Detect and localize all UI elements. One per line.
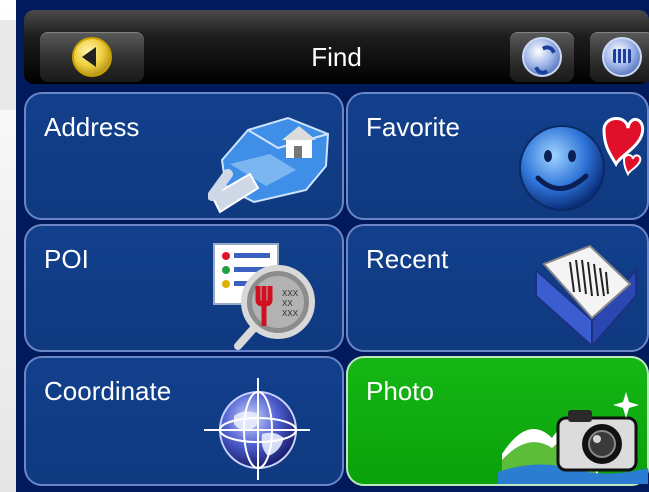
photo-camera-icon <box>498 374 648 484</box>
tile-recent[interactable]: Recent <box>346 224 649 352</box>
navigation-button[interactable] <box>510 32 574 82</box>
address-map-icon <box>208 104 338 216</box>
svg-text:XXX: XXX <box>282 289 299 299</box>
svg-text:XX: XX <box>282 299 293 309</box>
tile-label: Recent <box>366 244 449 274</box>
find-options-grid: Address Favorite POI XXX XX XXX Recent C… <box>24 92 649 492</box>
svg-text:XXX: XXX <box>282 309 299 319</box>
tile-coordinate[interactable]: Coordinate <box>24 356 344 486</box>
recent-book-icon <box>530 236 646 350</box>
tile-label: Photo <box>366 376 434 406</box>
menu-button[interactable] <box>590 32 649 82</box>
tile-photo[interactable]: Photo <box>346 356 649 486</box>
keyboard-icon <box>602 37 642 77</box>
route-icon <box>522 37 562 77</box>
tile-label: Favorite <box>366 112 460 142</box>
tile-label: Coordinate <box>44 376 172 406</box>
tile-label: POI <box>44 244 89 274</box>
app-screen: Find Address Favorite POI XXX XX XXX Rec… <box>16 0 649 492</box>
title-bar: Find <box>24 10 649 84</box>
tile-label: Address <box>44 112 140 142</box>
tile-address[interactable]: Address <box>24 92 344 220</box>
favorite-smiley-heart-icon <box>516 108 646 214</box>
coordinate-globe-icon <box>202 372 312 482</box>
tile-poi[interactable]: POI XXX XX XXX <box>24 224 344 352</box>
poi-magnifier-icon: XXX XX XXX <box>210 240 340 352</box>
back-button[interactable] <box>40 32 144 82</box>
tile-favorite[interactable]: Favorite <box>346 92 649 220</box>
back-arrow-icon <box>72 37 112 77</box>
